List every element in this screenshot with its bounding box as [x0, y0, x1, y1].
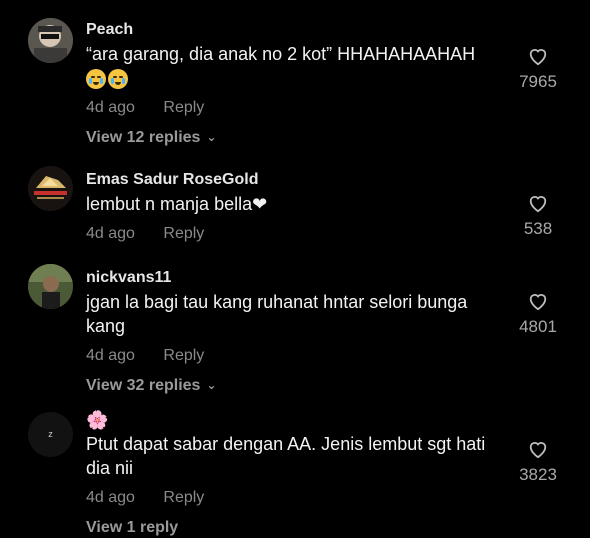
comment-meta: 4d ago Reply	[86, 346, 500, 366]
comment-text: lembut n manja bella❤	[86, 194, 268, 214]
like-button[interactable]: 538	[516, 193, 560, 239]
like-count: 3823	[519, 465, 557, 484]
comment-time: 4d ago	[86, 347, 135, 364]
view-replies-button[interactable]: View 1 reply	[86, 518, 500, 538]
comment-username[interactable]: Emas Sadur RoseGold	[86, 170, 500, 190]
like-count: 538	[523, 219, 553, 238]
reply-button[interactable]: Reply	[163, 98, 204, 118]
avatar-letter: z	[48, 429, 53, 439]
crying-emoji-icon	[108, 69, 128, 90]
avatar-image	[28, 264, 73, 309]
avatar-image	[28, 166, 73, 211]
avatar[interactable]	[28, 18, 73, 63]
heart-icon	[529, 294, 547, 311]
comment-username[interactable]: 🌸	[86, 410, 500, 430]
view-replies-button[interactable]: View 32 replies ⌄	[86, 376, 500, 396]
comment-username[interactable]: nickvans11	[86, 268, 500, 288]
reply-button[interactable]: Reply	[163, 224, 204, 244]
comment-time: 4d ago	[86, 489, 135, 506]
avatar-image	[28, 18, 73, 63]
comment-time: 4d ago	[86, 99, 135, 116]
comment-text: jgan la bagi tau kang ruhanat hntar selo…	[86, 292, 468, 336]
comment-meta: 4d ago Reply	[86, 98, 500, 118]
avatar[interactable]	[28, 166, 73, 211]
heart-icon	[529, 49, 547, 66]
heart-icon	[529, 196, 547, 213]
comment-meta: 4d ago Reply	[86, 488, 500, 508]
reply-button[interactable]: Reply	[163, 488, 204, 508]
like-count: 4801	[519, 317, 557, 336]
like-count: 7965	[519, 72, 557, 91]
like-button[interactable]: 4801	[516, 291, 560, 337]
chevron-down-icon: ⌄	[206, 378, 217, 392]
chevron-down-icon: ⌄	[206, 130, 217, 144]
view-replies-button[interactable]: View 12 replies ⌄	[86, 128, 500, 148]
reply-button[interactable]: Reply	[163, 346, 204, 366]
like-button[interactable]: 3823	[516, 439, 560, 485]
heart-icon	[529, 442, 547, 459]
comment-text: Ptut dapat sabar dengan AA. Jenis lembut…	[86, 434, 486, 478]
comment-time: 4d ago	[86, 225, 135, 242]
comment-text: “ara garang, dia anak no 2 kot” HHAHAHAA…	[86, 42, 500, 90]
avatar[interactable]	[28, 264, 73, 309]
comment-username[interactable]: Peach	[86, 20, 500, 40]
crying-emoji-icon	[86, 69, 106, 90]
avatar[interactable]: z	[28, 412, 73, 457]
like-button[interactable]: 7965	[516, 46, 560, 92]
comment-meta: 4d ago Reply	[86, 224, 500, 244]
